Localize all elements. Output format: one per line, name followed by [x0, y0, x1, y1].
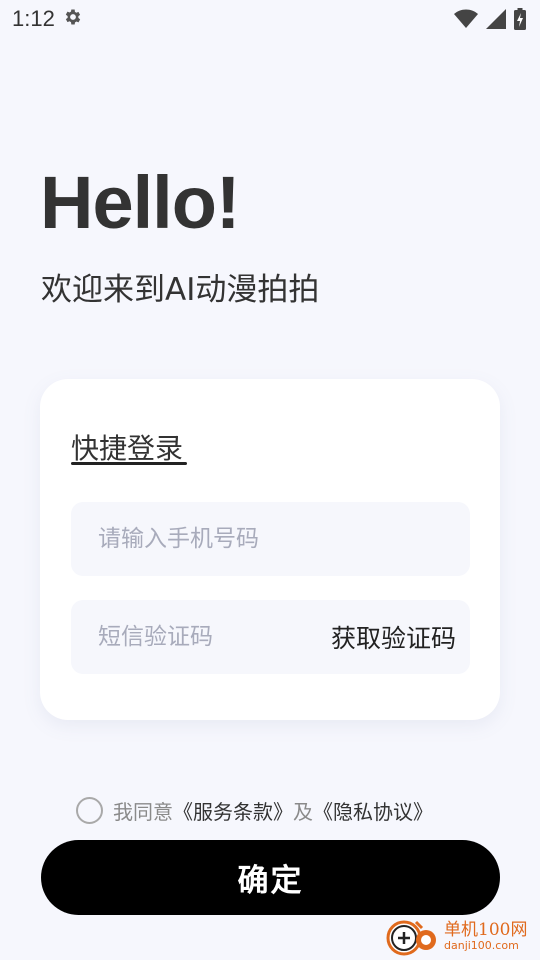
agreement-checkbox[interactable] [76, 797, 103, 824]
code-field[interactable]: 获取验证码 [71, 600, 470, 674]
phone-field[interactable] [71, 502, 470, 576]
watermark-url: danji100.com [444, 939, 519, 953]
battery-icon [514, 8, 526, 30]
gear-icon [63, 7, 83, 31]
terms-link[interactable]: 《服务条款》 [173, 796, 293, 825]
status-right [454, 8, 526, 30]
privacy-link[interactable]: 《隐私协议》 [313, 796, 433, 825]
phone-input[interactable] [98, 526, 438, 552]
get-code-button[interactable]: 获取验证码 [331, 619, 456, 655]
agreement-and: 及 [293, 800, 313, 824]
signal-icon [486, 9, 506, 29]
sms-code-input[interactable] [98, 624, 308, 650]
confirm-button[interactable]: 确定 [41, 840, 500, 915]
watermark-name: 单机100网 [444, 920, 528, 941]
wifi-icon [454, 9, 478, 29]
status-left: 1:12 [12, 6, 83, 32]
agreement-prefix: 我同意 [113, 800, 173, 824]
greeting-title: Hello! [40, 161, 241, 244]
watermark-text: 单机100网 danji100.com [444, 920, 528, 953]
watermark-logo-icon [386, 914, 440, 960]
tab-quick-login[interactable]: 快捷登录 [71, 427, 183, 467]
agreement-row: 我同意 《服务条款》及《隐私协议》 [76, 796, 433, 825]
status-bar: 1:12 [0, 0, 540, 38]
login-card: 快捷登录 获取验证码 [40, 379, 500, 720]
welcome-subtitle: 欢迎来到AI动漫拍拍 [41, 272, 320, 308]
status-time: 1:12 [12, 6, 55, 31]
tab-underline [71, 462, 187, 465]
watermark: 单机100网 danji100.com [386, 914, 536, 960]
